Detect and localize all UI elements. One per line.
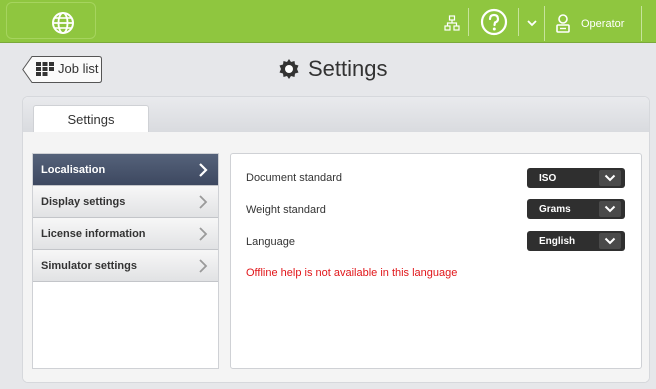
chevron-down-icon — [599, 170, 621, 186]
select-value: ISO — [539, 172, 557, 184]
language-select[interactable]: English — [527, 231, 625, 251]
divider — [468, 8, 469, 36]
localisation-settings: Document standard ISO Weight standard Gr… — [230, 153, 642, 369]
chevron-down-icon — [599, 233, 621, 249]
select-value: Grams — [539, 203, 571, 215]
select-value: English — [539, 235, 576, 247]
settings-sidebar: Localisation Display settings License in… — [32, 153, 219, 369]
weight-standard-label: Weight standard — [246, 204, 326, 216]
sidebar-item-license-information[interactable]: License information — [33, 218, 218, 250]
job-list-button[interactable]: Job list — [22, 56, 102, 83]
chevron-right-icon — [199, 258, 208, 273]
sidebar-item-label: License information — [41, 227, 146, 240]
user-icon — [556, 13, 570, 33]
language-label: Language — [246, 236, 295, 248]
weight-standard-select[interactable]: Grams — [527, 199, 625, 219]
chevron-right-icon — [199, 194, 208, 209]
tab-bar: Settings — [23, 97, 649, 133]
job-list-label: Job list — [58, 61, 99, 76]
chevron-right-icon — [199, 226, 208, 241]
network-icon[interactable] — [444, 15, 460, 31]
offline-help-warning: Offline help is not available in this la… — [246, 267, 458, 279]
chevron-down-icon[interactable] — [526, 16, 538, 30]
document-standard-select[interactable]: ISO — [527, 168, 625, 188]
operator-menu[interactable]: Operator — [544, 6, 642, 41]
sidebar-item-simulator-settings[interactable]: Simulator settings — [33, 250, 218, 282]
panel-body: Localisation Display settings License in… — [23, 132, 649, 382]
divider — [518, 8, 519, 36]
sidebar-item-localisation[interactable]: Localisation — [33, 154, 218, 186]
language-button[interactable] — [6, 2, 96, 39]
operator-label: Operator — [581, 17, 625, 30]
page-title: Settings — [278, 56, 388, 82]
chevron-down-icon — [599, 201, 621, 217]
tab-settings[interactable]: Settings — [33, 105, 149, 133]
grid-icon — [36, 61, 54, 76]
gear-icon — [279, 59, 299, 79]
document-standard-label: Document standard — [246, 172, 342, 184]
sidebar-item-label: Simulator settings — [41, 259, 137, 272]
help-icon[interactable] — [480, 8, 508, 36]
sidebar-item-display-settings[interactable]: Display settings — [33, 186, 218, 218]
chevron-right-icon — [199, 162, 208, 177]
page-title-text: Settings — [308, 56, 388, 81]
settings-panel: Settings Localisation Display settings L… — [22, 96, 650, 383]
top-bar: Operator — [0, 0, 656, 43]
tab-label: Settings — [67, 112, 115, 127]
globe-icon — [52, 12, 74, 34]
sidebar-item-label: Localisation — [41, 163, 106, 176]
sidebar-item-label: Display settings — [41, 195, 126, 208]
